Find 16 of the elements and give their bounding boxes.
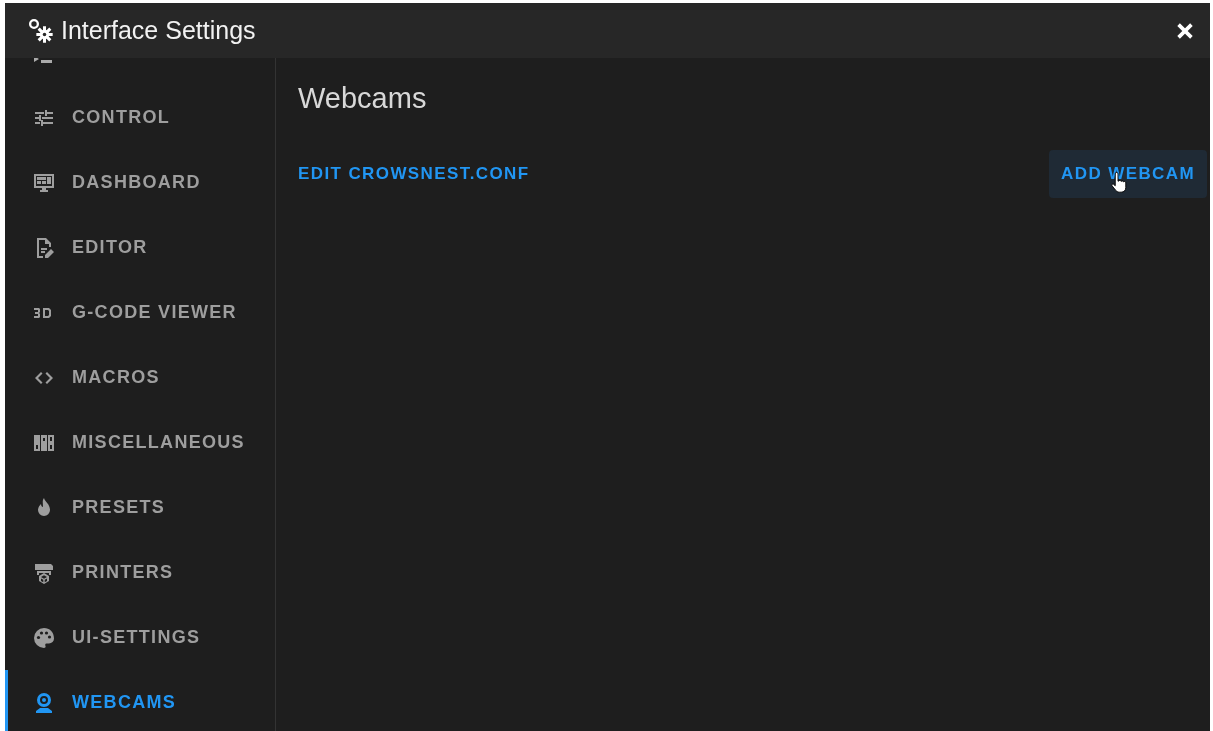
sidebar-item[interactable]: MACROS: [5, 345, 275, 410]
sidebar-item[interactable]: G-CODE VIEWER: [5, 280, 275, 345]
sidebar-item[interactable]: DASHBOARD: [5, 150, 275, 215]
sidebar-item[interactable]: PRINTERS: [5, 540, 275, 605]
page-heading: Webcams: [298, 82, 428, 116]
sidebar-item[interactable]: MISCELLANEOUS: [5, 410, 275, 475]
sidebar-item[interactable]: PRESETS: [5, 475, 275, 540]
sidebar-item[interactable]: EDITOR: [5, 215, 275, 280]
cogs-icon: [27, 16, 55, 45]
palette-icon: [32, 625, 56, 650]
action-button[interactable]: ADD WEBCAM: [1049, 150, 1207, 198]
sidebar-item[interactable]: WEBCAMS: [5, 670, 275, 731]
sidebar-item[interactable]: CONTROL: [5, 85, 275, 150]
sidebar-item[interactable]: UI-SETTINGS: [5, 605, 275, 670]
window-title: Interface Settings: [61, 16, 256, 45]
action-button[interactable]: EDIT CROWSNEST.CONF: [298, 150, 542, 198]
